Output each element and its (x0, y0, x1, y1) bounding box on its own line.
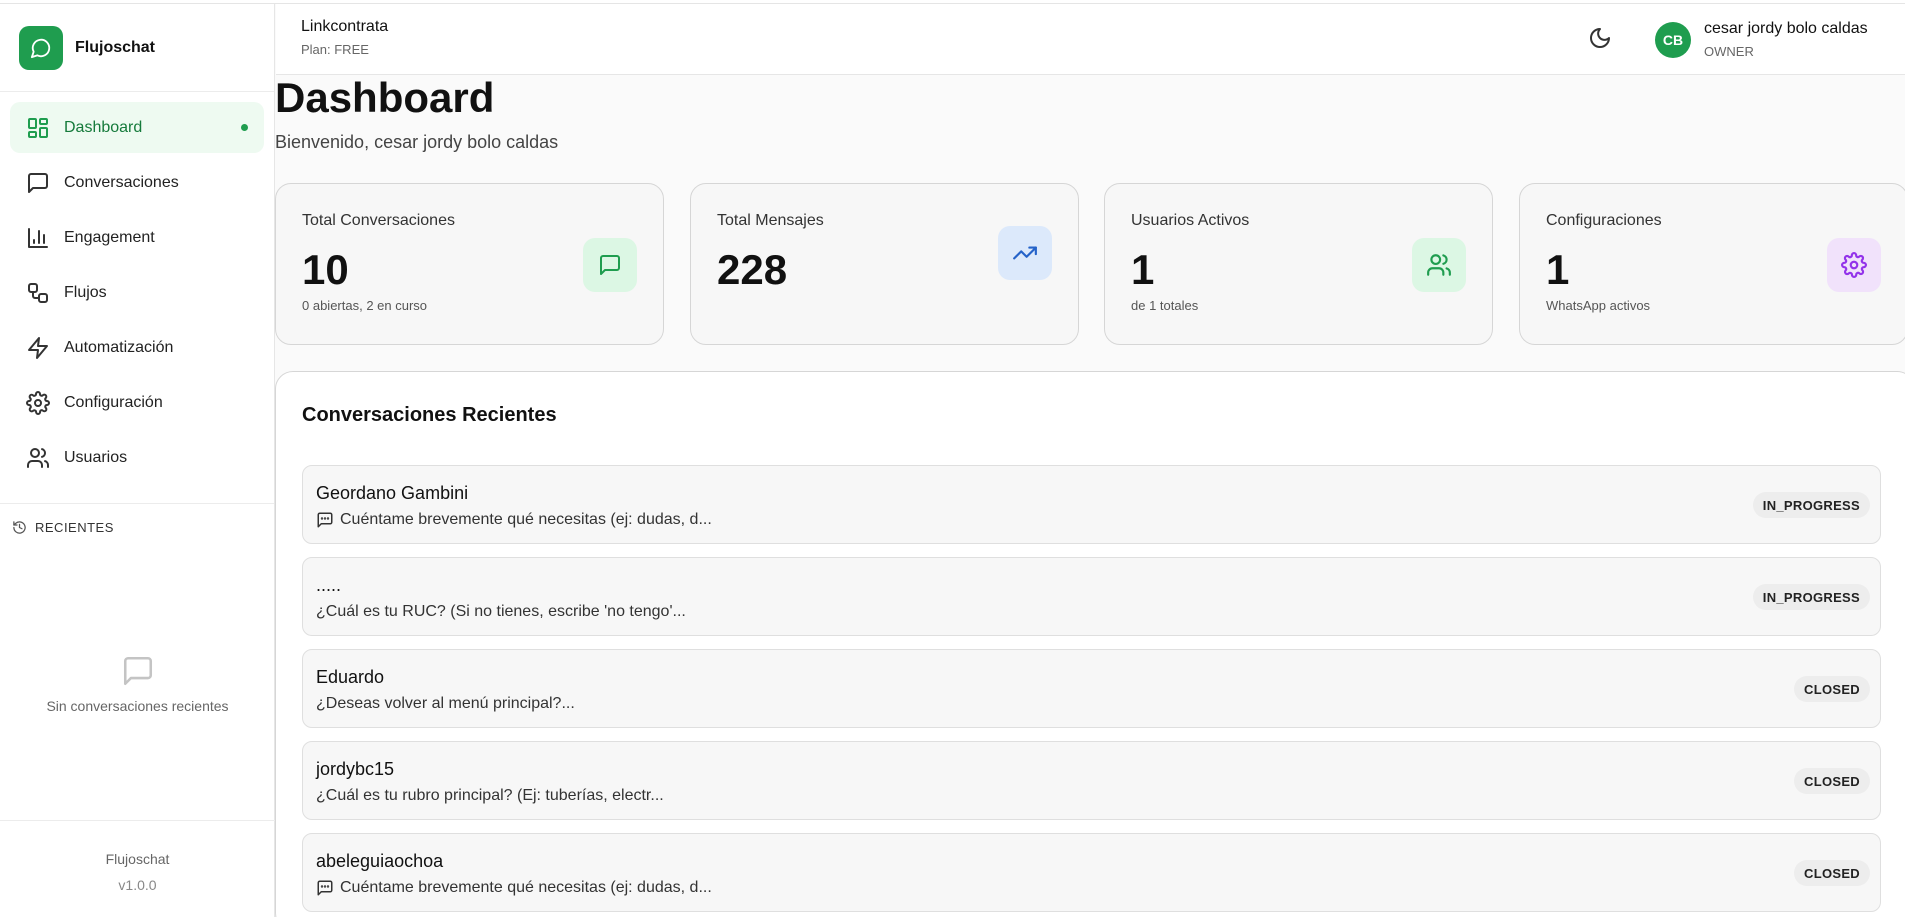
moon-icon (1590, 28, 1610, 48)
sidebar-item-configuracion[interactable]: Configuración (10, 377, 264, 428)
status-badge: CLOSED (1794, 768, 1870, 794)
message-dots-icon (317, 880, 333, 896)
sidebar-item-label: Engagement (64, 228, 155, 246)
conversation-message-text: ¿Cuál es tu RUC? (Si no tienes, escribe … (316, 603, 686, 620)
sidebar-item-usuarios[interactable]: Usuarios (10, 432, 264, 483)
sidebar-item-label: Flujos (64, 283, 107, 301)
dashboard-icon (28, 117, 48, 138)
page-subtitle: Bienvenido, cesar jordy bolo caldas (275, 132, 559, 152)
organization-name: Linkcontrata (301, 18, 389, 35)
bar-chart-icon (28, 227, 48, 248)
status-badge: IN_PROGRESS (1752, 584, 1870, 610)
conversation-row[interactable]: abeleguiaochoa Cuéntame brevemente qué n… (302, 833, 1881, 912)
status-badge: IN_PROGRESS (1752, 492, 1870, 518)
stat-card-usuarios: Usuarios Activos 1 de 1 totales (1104, 183, 1493, 345)
message-square-icon (583, 238, 637, 292)
conversation-contact-name: abeleguiaochoa (316, 851, 444, 871)
conversation-message-text: ¿Deseas volver al menú principal?... (316, 695, 575, 712)
message-dots-icon (317, 512, 333, 528)
recent-conversations-title: Conversaciones Recientes (302, 404, 557, 426)
user-name: cesar jordy bolo caldas (1704, 20, 1868, 37)
recent-conversations-panel: Conversaciones Recientes Geordano Gambin… (275, 371, 1905, 917)
sidebar-item-dashboard[interactable]: Dashboard (10, 102, 264, 153)
conversation-contact-name: ..... (316, 575, 342, 595)
footer-app-name: Flujoschat (105, 851, 170, 867)
conversation-row[interactable]: jordybc15 ¿Cuál es tu rubro principal? (… (302, 741, 1881, 820)
brand-name: Flujoschat (75, 38, 156, 56)
top-header: Linkcontrata Plan: FREE CB cesar jordy b… (276, 4, 1905, 75)
active-indicator-dot (241, 124, 248, 131)
stat-card-configuraciones: Configuraciones 1 WhatsApp activos (1519, 183, 1905, 345)
gear-icon (1827, 238, 1881, 292)
status-badge: CLOSED (1794, 676, 1870, 702)
lightning-icon (28, 336, 48, 359)
user-role: OWNER (1704, 44, 1754, 59)
conversation-contact-name: Geordano Gambini (316, 483, 469, 503)
sidebar: Flujoschat Dashboard Conversaciones Enga… (0, 4, 275, 917)
trending-up-icon (998, 226, 1052, 280)
stat-subtext: WhatsApp activos (1546, 298, 1651, 313)
conversation-contact-name: jordybc15 (316, 759, 395, 779)
gear-icon (26, 390, 50, 415)
app-root: Flujoschat Dashboard Conversaciones Enga… (0, 0, 1905, 917)
sidebar-item-label: Configuración (64, 393, 163, 411)
page-title: Dashboard (275, 74, 495, 121)
stat-value: 10 (302, 246, 349, 293)
empty-state-text: Sin conversaciones recientes (46, 698, 229, 714)
sidebar-item-automatizacion[interactable]: Automatización (10, 322, 264, 373)
conversation-row[interactable]: Geordano Gambini Cuéntame brevemente qué… (302, 465, 1881, 544)
conversation-last-message: ¿Cuál es tu rubro principal? (Ej: tuberí… (316, 787, 664, 805)
conversation-last-message: ¿Deseas volver al menú principal?... (316, 695, 575, 713)
sidebar-item-label: Usuarios (64, 448, 128, 466)
users-icon (1412, 238, 1466, 292)
stat-card-conversaciones: Total Conversaciones 10 0 abiertas, 2 en… (275, 183, 664, 345)
sidebar-footer: Flujoschat v1.0.0 (0, 820, 275, 917)
sidebar-item-label: Dashboard (64, 118, 143, 136)
conversation-last-message: Cuéntame brevemente qué necesitas (ej: d… (316, 879, 712, 897)
sidebar-nav: Dashboard Conversaciones Engagement Fluj… (0, 92, 274, 497)
stat-label: Usuarios Activos (1131, 212, 1250, 229)
avatar[interactable]: CB (1655, 22, 1691, 58)
organization-plan: Plan: FREE (301, 42, 369, 57)
users-icon (27, 447, 49, 468)
conversation-message-text: Cuéntame brevemente qué necesitas (ej: d… (340, 511, 712, 528)
stat-label: Configuraciones (1546, 212, 1662, 229)
recents-empty-state: Sin conversaciones recientes (0, 654, 275, 714)
brand[interactable]: Flujoschat (0, 4, 274, 92)
stat-label: Total Mensajes (717, 212, 824, 229)
conversation-last-message: ¿Cuál es tu RUC? (Si no tienes, escribe … (316, 603, 686, 621)
stat-value: 1 (1546, 246, 1570, 293)
stat-subtext: de 1 totales (1131, 298, 1199, 313)
conversation-row[interactable]: Eduardo ¿Deseas volver al menú principal… (302, 649, 1881, 728)
stat-value: 1 (1131, 246, 1155, 293)
conversation-message-text: ¿Cuál es tu rubro principal? (Ej: tuberí… (316, 787, 664, 804)
message-square-icon (123, 656, 152, 686)
recents-title: RECIENTES (35, 520, 114, 535)
organization-info[interactable]: Linkcontrata Plan: FREE (301, 18, 388, 57)
status-badge: CLOSED (1794, 860, 1870, 886)
stat-value: 228 (717, 246, 788, 293)
conversation-row[interactable]: ..... ¿Cuál es tu RUC? (Si no tienes, es… (302, 557, 1881, 636)
workflow-icon (28, 282, 48, 303)
stat-subtext: 0 abiertas, 2 en curso (302, 298, 428, 313)
theme-toggle-button[interactable] (1588, 26, 1614, 52)
stat-label: Total Conversaciones (302, 212, 455, 229)
stat-card-mensajes: Total Mensajes 228 (690, 183, 1079, 345)
message-square-icon (28, 172, 48, 193)
sidebar-item-label: Automatización (64, 338, 174, 356)
conversation-contact-name: Eduardo (316, 667, 385, 687)
conversation-last-message: Cuéntame brevemente qué necesitas (ej: d… (316, 511, 712, 529)
sidebar-item-label: Conversaciones (64, 173, 179, 191)
user-menu[interactable]: cesar jordy bolo caldas OWNER (1704, 20, 1868, 59)
sidebar-item-engagement[interactable]: Engagement (10, 212, 264, 263)
sidebar-item-conversaciones[interactable]: Conversaciones (10, 157, 264, 208)
sidebar-item-flujos[interactable]: Flujos (10, 267, 264, 318)
recents-section-header: RECIENTES (0, 503, 274, 551)
history-icon (13, 521, 26, 534)
conversation-message-text: Cuéntame brevemente qué necesitas (ej: d… (340, 879, 712, 896)
chat-bubble-logo-icon (19, 25, 63, 70)
footer-version: v1.0.0 (118, 877, 157, 893)
